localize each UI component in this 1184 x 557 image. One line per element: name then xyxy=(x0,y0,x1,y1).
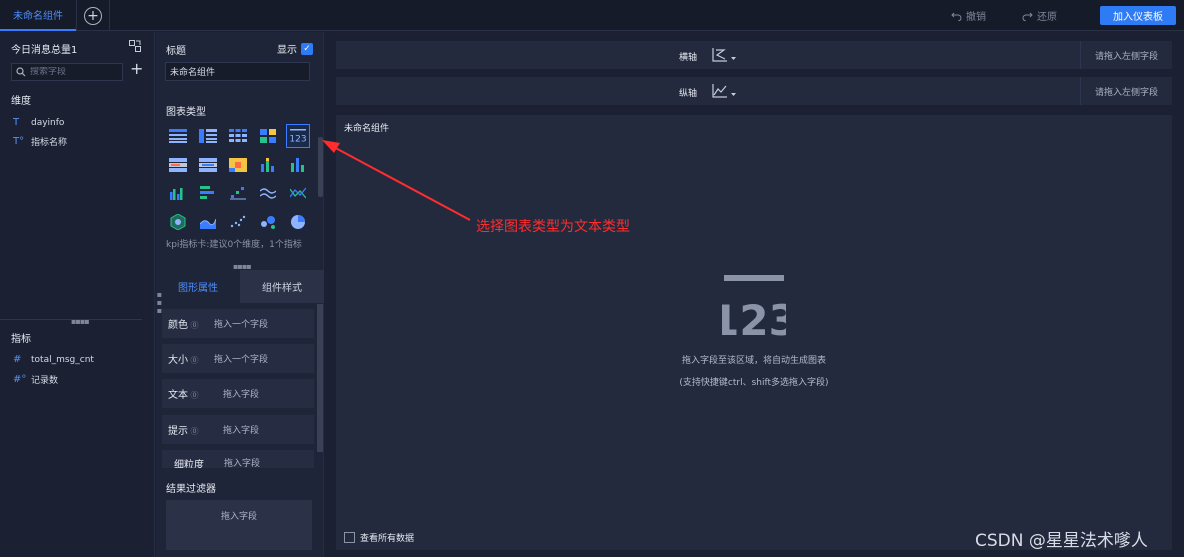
annotation-text: 选择图表类型为文本类型 xyxy=(476,219,630,235)
annotation-arrow xyxy=(322,140,471,221)
watermark: CSDN @星星法术嗲人 xyxy=(975,531,1148,551)
